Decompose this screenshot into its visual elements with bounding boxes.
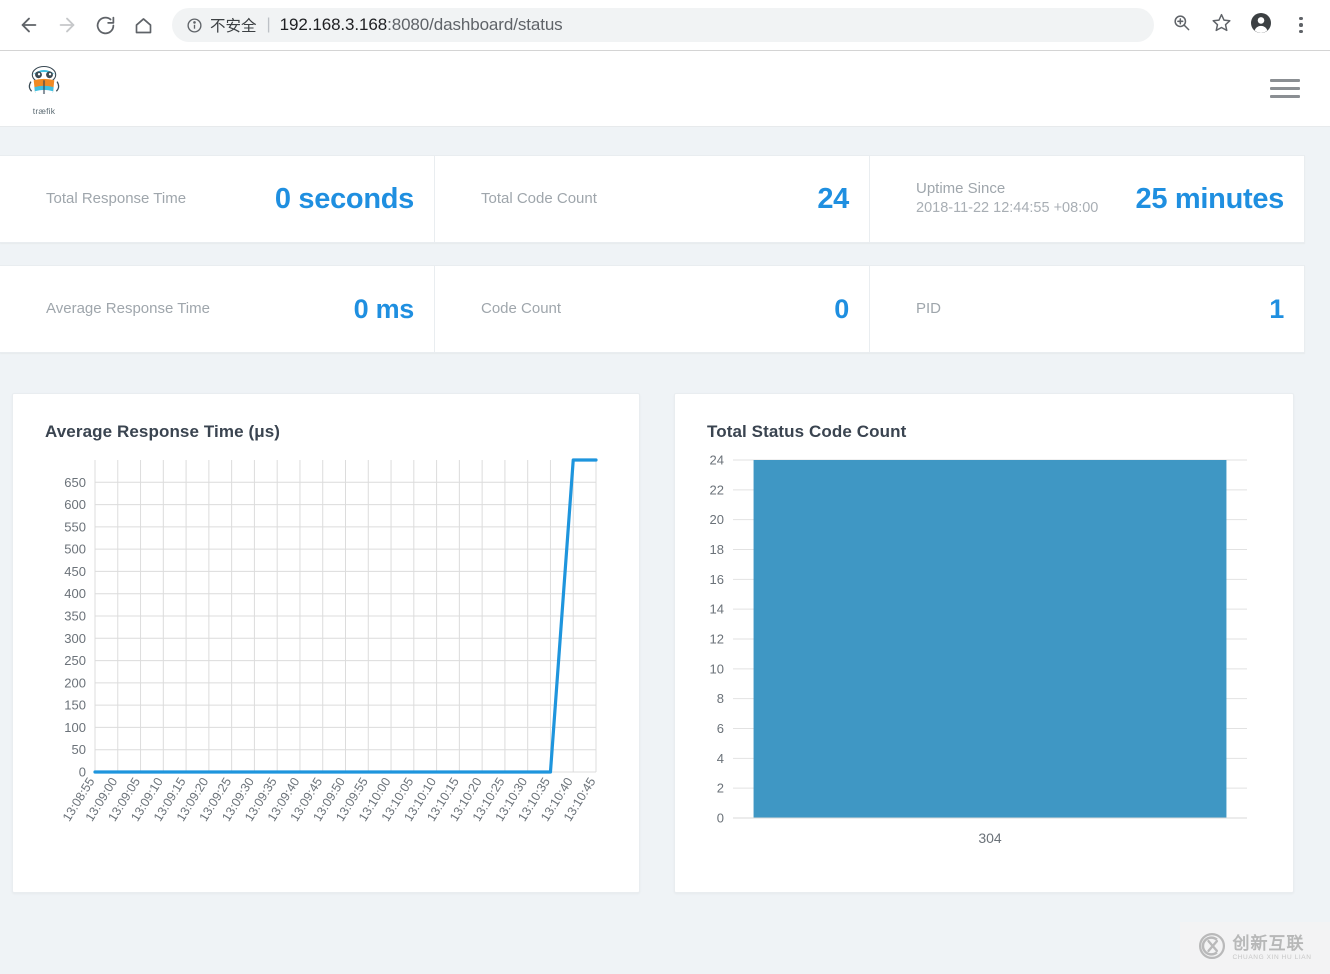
watermark-en: CHUANG XIN HU LIAN [1232,953,1312,961]
svg-text:650: 650 [64,475,86,490]
svg-text:250: 250 [64,653,86,668]
stat-average-response-time: Average Response Time 0 ms [0,266,435,352]
svg-text:400: 400 [64,586,86,601]
stat-pid: PID 1 [870,266,1304,352]
bar-chart-body: 0 2 4 6 8 10 12 14 16 18 20 22 24 304 [675,442,1293,882]
browser-menu-button[interactable] [1282,6,1320,44]
arrow-left-icon [18,14,40,36]
home-icon [133,15,154,36]
zoom-in-icon [1172,13,1191,37]
watermark-text: 创新互联 CHUANG XIN HU LIAN [1232,935,1311,962]
site-watermark: 创新互联 CHUANG XIN HU LIAN [1180,922,1330,974]
stat-label: Average Response Time [46,299,210,319]
svg-text:0: 0 [717,811,724,826]
stat-value: 1 [1269,293,1284,324]
stat-label: Uptime Since 2018-11-22 12:44:55 +08:00 [916,179,1098,219]
svg-text:18: 18 [710,542,724,557]
cx-logo-icon [1198,932,1226,965]
svg-text:50: 50 [72,742,86,757]
svg-text:304: 304 [978,830,1002,846]
svg-text:8: 8 [717,691,724,706]
dashboard-page: Total Response Time 0 seconds Total Code… [0,127,1330,974]
url-host: 192.168.3.168 [279,15,388,34]
svg-text:24: 24 [710,453,724,468]
traefik-logo-text: træfik [32,106,56,116]
svg-text:500: 500 [64,542,86,557]
svg-text:22: 22 [710,482,724,497]
profile-button[interactable] [1242,6,1280,44]
reload-button[interactable] [86,6,124,44]
browser-actions [1162,6,1320,44]
stat-value: 0 ms [353,293,415,324]
chart-title: Total Status Code Count [707,422,907,441]
stat-label-text: Uptime Since [916,180,1006,198]
stat-value: 24 [817,182,849,215]
info-circle-icon[interactable] [186,17,203,34]
svg-text:12: 12 [710,632,724,647]
svg-text:6: 6 [717,721,724,736]
stat-sublabel-timestamp: 2018-11-22 12:44:55 +08:00 [916,200,1099,217]
line-chart[interactable]: 0501001502002503003504004505005506006501… [13,442,641,902]
url-text: 192.168.3.168:8080/dashboard/status [280,15,563,35]
svg-text:16: 16 [710,572,724,587]
svg-text:20: 20 [710,512,724,527]
stat-label-text: Total Code Count [481,189,597,207]
stat-value: 0 [834,293,849,324]
star-icon [1211,12,1232,38]
svg-text:600: 600 [64,497,86,512]
stat-label: Total Response Time [46,189,186,209]
zoom-in-button[interactable] [1162,6,1200,44]
chart-card-total-status-code-count: Total Status Code Count 0 2 4 6 8 10 12 14 16 18 2… [674,393,1294,893]
browser-toolbar: 不安全 | 192.168.3.168:8080/dashboard/statu… [0,0,1330,51]
stat-label-text: Average Response Time [46,299,210,317]
app-header: træfik [0,51,1330,127]
watermark-cn: 创新互联 [1232,933,1305,953]
arrow-right-icon [56,14,78,36]
stat-uptime-since: Uptime Since 2018-11-22 12:44:55 +08:00 … [870,156,1304,242]
stat-value: 0 seconds [274,182,414,215]
back-button[interactable] [10,6,48,44]
stat-label-text: PID [916,299,942,317]
chart-card-average-response-time: Average Response Time (μs) 0 50 100 150 200 2… [12,393,640,893]
svg-text:14: 14 [710,602,724,617]
bar-chart[interactable]: 024681012141618202224304 [675,442,1275,882]
bookmark-button[interactable] [1202,6,1240,44]
line-chart-body: 0 50 100 150 200 250 300 350 400 450 500 550 600 650 1… [13,442,639,902]
stat-total-response-time: Total Response Time 0 seconds [0,156,435,242]
reload-icon [95,15,116,36]
stats-row-primary: Total Response Time 0 seconds Total Code… [0,155,1305,243]
hamburger-menu-icon[interactable] [1262,71,1308,106]
svg-text:200: 200 [64,675,86,690]
account-avatar-icon [1249,11,1273,40]
home-button[interactable] [124,6,162,44]
traefik-logo-icon [22,61,66,105]
stat-label: PID [916,299,941,319]
svg-text:4: 4 [717,751,724,766]
forward-button[interactable] [48,6,86,44]
stat-value: 25 minutes [1135,182,1285,215]
svg-text:10: 10 [710,661,724,676]
stat-label: Code Count [481,299,561,319]
url-path: :8080/dashboard/status [387,15,563,34]
address-bar[interactable]: 不安全 | 192.168.3.168:8080/dashboard/statu… [172,8,1154,42]
svg-text:350: 350 [64,609,86,624]
svg-text:150: 150 [64,698,86,713]
three-dots-menu-icon [1299,16,1303,34]
stat-label: Total Code Count [481,189,597,209]
security-status-label: 不安全 [210,18,257,35]
stat-label-text: Total Response Time [46,189,187,207]
omnibox-divider: | [266,16,271,33]
chart-title: Average Response Time (μs) [45,422,281,441]
stat-label-text: Code Count [481,299,562,317]
charts-container: Average Response Time (μs) 0 50 100 150 200 2… [0,375,1330,893]
stats-row-secondary: Average Response Time 0 ms Code Count 0 … [0,265,1305,353]
traefik-logo[interactable]: træfik [22,61,66,116]
svg-text:100: 100 [64,720,86,735]
stat-code-count: Code Count 0 [435,266,870,352]
svg-text:2: 2 [717,781,724,796]
stat-total-code-count: Total Code Count 24 [435,156,870,242]
svg-text:450: 450 [64,564,86,579]
svg-text:550: 550 [64,519,86,534]
svg-text:300: 300 [64,631,86,646]
